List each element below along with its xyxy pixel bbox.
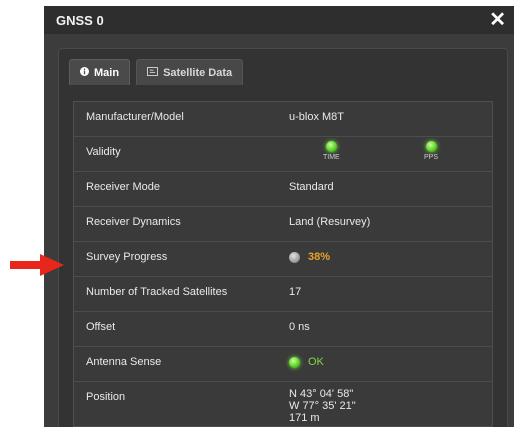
antenna-sense-value: OK bbox=[308, 356, 324, 368]
time-indicator-label: TIME bbox=[323, 154, 340, 161]
receiver-mode-label: Receiver Mode bbox=[86, 181, 160, 193]
survey-status-led-icon bbox=[289, 251, 300, 263]
receiver-mode-value: Standard bbox=[289, 181, 334, 193]
tab-satellite-data[interactable]: Satellite Data bbox=[136, 59, 244, 85]
tab-main[interactable]: Main bbox=[69, 59, 131, 85]
offset-label: Offset bbox=[86, 321, 116, 333]
antenna-sense-status: OK bbox=[289, 356, 324, 368]
time-status-led-icon bbox=[325, 141, 337, 152]
antenna-sense-label: Antenna Sense bbox=[86, 356, 162, 368]
gnss-dialog: GNSS 0 ✕ Main Satellite Data Manufacture… bbox=[44, 6, 514, 427]
position-altitude: 171 m bbox=[289, 412, 320, 424]
pps-indicator-label: PPS bbox=[424, 154, 439, 161]
survey-progress-value: 38% bbox=[308, 251, 331, 263]
position-value: N 43° 04' 58" W 77° 35' 21" 171 m bbox=[289, 388, 356, 424]
tab-bar: Main Satellite Data bbox=[69, 59, 244, 85]
antenna-status-led-icon bbox=[289, 356, 300, 368]
position-longitude: W 77° 35' 21" bbox=[289, 400, 356, 412]
row-receiver-mode: Receiver Mode Standard bbox=[74, 172, 492, 207]
row-manufacturer: Manufacturer/Model u-blox M8T bbox=[74, 102, 492, 137]
title-bar: GNSS 0 ✕ bbox=[44, 6, 514, 34]
tracked-satellites-label: Number of Tracked Satellites bbox=[86, 286, 228, 298]
info-icon bbox=[80, 66, 89, 79]
tab-satellite-data-label: Satellite Data bbox=[163, 66, 233, 79]
annotation-arrow-icon bbox=[10, 254, 64, 276]
receiver-info-table: Manufacturer/Model u-blox M8T Validity T… bbox=[73, 101, 493, 427]
position-label: Position bbox=[86, 391, 126, 403]
chart-icon bbox=[147, 66, 158, 79]
position-latitude: N 43° 04' 58" bbox=[289, 388, 354, 400]
receiver-dynamics-value: Land (Resurvey) bbox=[289, 216, 371, 228]
row-receiver-dynamics: Receiver Dynamics Land (Resurvey) bbox=[74, 207, 492, 242]
row-offset: Offset 0 ns bbox=[74, 312, 492, 347]
tracked-satellites-value: 17 bbox=[289, 286, 302, 298]
dialog-title: GNSS 0 bbox=[56, 12, 104, 28]
row-antenna-sense: Antenna Sense OK bbox=[74, 347, 492, 382]
time-indicator: TIME bbox=[323, 141, 340, 161]
validity-label: Validity bbox=[86, 146, 121, 158]
manufacturer-label: Manufacturer/Model bbox=[86, 111, 184, 123]
row-survey-progress: Survey Progress 38% bbox=[74, 242, 492, 277]
pps-indicator: PPS bbox=[424, 141, 438, 161]
row-position: Position N 43° 04' 58" W 77° 35' 21" 171… bbox=[74, 382, 492, 426]
receiver-dynamics-label: Receiver Dynamics bbox=[86, 216, 181, 228]
row-tracked-satellites: Number of Tracked Satellites 17 bbox=[74, 277, 492, 312]
offset-value: 0 ns bbox=[289, 321, 310, 333]
row-validity: Validity TIME PPS bbox=[74, 137, 492, 172]
tab-main-label: Main bbox=[94, 66, 120, 79]
pps-status-led-icon bbox=[425, 141, 437, 152]
close-icon[interactable]: ✕ bbox=[489, 10, 506, 30]
survey-progress-status: 38% bbox=[289, 251, 330, 263]
content-panel: Main Satellite Data Manufacturer/Model u… bbox=[58, 48, 508, 427]
survey-progress-label: Survey Progress bbox=[86, 251, 168, 263]
manufacturer-value: u-blox M8T bbox=[289, 111, 345, 123]
